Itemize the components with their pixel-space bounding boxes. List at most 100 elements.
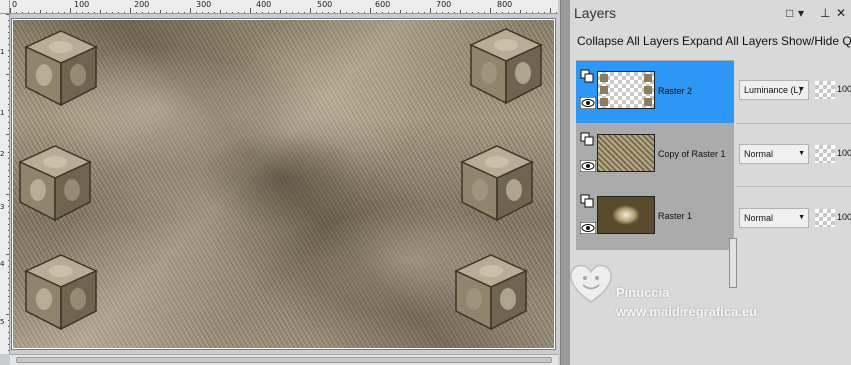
ruler-tick: [8, 26, 9, 27]
ruler-tick: [124, 12, 125, 13]
eye-icon[interactable]: [580, 97, 596, 109]
opacity-field[interactable]: 100: [815, 144, 851, 164]
ruler-tick: [82, 12, 83, 13]
cube-ornament: [454, 254, 528, 331]
opacity-swatch: [815, 81, 835, 99]
ruler-tick: [328, 12, 329, 13]
layer-row-raster-1[interactable]: Raster 1: [576, 186, 734, 248]
ruler-tick: [244, 12, 245, 13]
ruler-tick: [142, 12, 143, 13]
ruler-tick: [94, 12, 95, 13]
ruler-tick: [460, 10, 461, 13]
ruler-tick: [106, 12, 107, 13]
ruler-tick: [28, 12, 29, 13]
ruler-tick: [136, 12, 137, 13]
panel-header: Layers □ ▾ ⊥ ✕: [570, 0, 851, 26]
layer-name: Raster 2: [658, 86, 693, 96]
ruler-tick: [304, 12, 305, 13]
ruler-left-label: 4: [0, 260, 5, 268]
ruler-tick: [8, 140, 9, 141]
ruler-tick: [8, 68, 9, 69]
ruler-tick: [442, 12, 443, 13]
ruler-tick: [8, 20, 9, 21]
ruler-tick: [430, 8, 431, 13]
layer-thumbnail: [597, 134, 655, 172]
eye-icon[interactable]: [580, 160, 596, 172]
ruler-tick: [550, 8, 551, 13]
ruler-tick: [52, 12, 53, 13]
ruler-tick: [6, 314, 9, 315]
opacity-field[interactable]: 100: [815, 208, 851, 228]
pin-icon[interactable]: ⊥: [820, 6, 830, 20]
layer-group-icon[interactable]: [580, 132, 594, 146]
ruler-tick: [556, 12, 557, 13]
ruler-tick: [358, 12, 359, 13]
ruler-tick: [8, 218, 9, 219]
chevron-down-icon[interactable]: ▾: [798, 6, 804, 20]
canvas-image[interactable]: [12, 19, 555, 349]
ruler-tick: [256, 12, 257, 13]
ruler-top-label: 700: [436, 0, 452, 9]
ruler-tick: [8, 260, 9, 261]
opacity-value: 100: [837, 148, 851, 158]
show-hide-button[interactable]: Show/Hide Q: [781, 34, 851, 48]
ruler-left-label: 2: [0, 150, 5, 158]
canvas-horizontal-scrollbar[interactable]: [10, 354, 558, 365]
ruler-tick: [8, 62, 9, 63]
ruler-tick: [100, 10, 101, 13]
ruler-tick: [298, 12, 299, 13]
chevron-down-icon: ▼: [798, 214, 805, 221]
ruler-tick: [8, 248, 9, 249]
ruler-tick: [8, 170, 9, 171]
ruler-tick: [412, 12, 413, 13]
opacity-value: 100: [837, 84, 851, 94]
ruler-tick: [8, 164, 9, 165]
ruler-tick: [8, 302, 9, 303]
cube-ornament: [24, 30, 98, 107]
ruler-tick: [190, 8, 191, 13]
ruler-tick: [8, 230, 9, 231]
panel-title: Layers: [574, 5, 617, 21]
ruler-tick: [220, 10, 221, 13]
ruler-tick: [508, 12, 509, 13]
cube-ornament: [18, 145, 92, 222]
ruler-tick: [76, 12, 77, 13]
layer-group-icon[interactable]: [580, 69, 594, 83]
ruler-tick: [286, 12, 287, 13]
ruler-tick: [388, 12, 389, 13]
ruler-tick: [238, 12, 239, 13]
expand-all-layers-button[interactable]: Expand All Layers: [682, 34, 778, 48]
blend-mode-select[interactable]: Normal ▼: [739, 208, 809, 228]
blend-mode-select[interactable]: Normal ▼: [739, 144, 809, 164]
ruler-tick: [526, 12, 527, 13]
layer-group-icon[interactable]: [580, 194, 594, 208]
collapse-all-layers-button[interactable]: Collapse All Layers: [577, 34, 679, 48]
eye-icon[interactable]: [580, 222, 596, 234]
chevron-down-icon: ▼: [798, 86, 805, 93]
ruler-top-label: 400: [256, 0, 272, 9]
ruler-tick: [8, 206, 9, 207]
cube-ornament: [460, 145, 534, 222]
ruler-tick: [8, 320, 9, 321]
ruler-tick: [8, 116, 9, 117]
layer-thumbnail: [597, 71, 655, 109]
ruler-tick: [520, 10, 521, 13]
ruler-tick: [8, 92, 9, 93]
ruler-tick: [394, 12, 395, 13]
close-icon[interactable]: ✕: [836, 6, 846, 20]
ruler-tick: [8, 110, 9, 111]
ruler-tick: [364, 12, 365, 13]
ruler-top-label: 100: [74, 0, 90, 9]
blend-mode-select[interactable]: Luminance (L) ▼: [739, 80, 809, 100]
layer-row-raster-2[interactable]: Raster 2: [576, 61, 734, 123]
ruler-tick: [8, 98, 9, 99]
restore-icon[interactable]: □: [786, 6, 793, 20]
layer-row-copy-of-raster-1[interactable]: Copy of Raster 1: [576, 124, 734, 186]
scrollbar-thumb[interactable]: [16, 357, 552, 363]
ruler-tick: [8, 86, 9, 87]
ruler-tick: [8, 158, 9, 159]
ruler-tick: [496, 12, 497, 13]
ruler-tick: [514, 12, 515, 13]
ruler-tick: [280, 10, 281, 13]
opacity-field[interactable]: 100: [815, 80, 851, 100]
